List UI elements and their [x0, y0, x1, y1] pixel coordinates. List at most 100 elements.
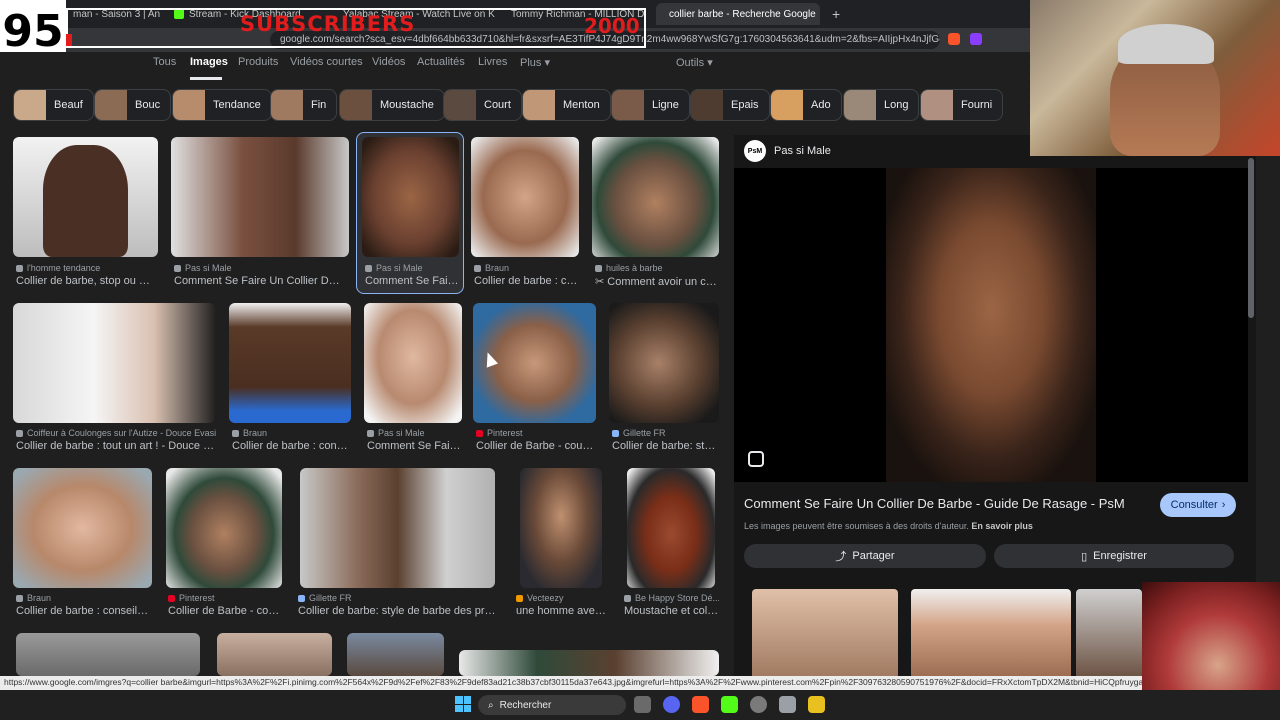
result-title[interactable]: Collier de barbe : con... [474, 275, 579, 287]
result-title[interactable]: Collier de barbe : conseil... [232, 440, 350, 452]
chip-moustache[interactable]: Moustache [339, 89, 445, 121]
brave-shield-icon[interactable] [948, 33, 960, 45]
chip-beauf[interactable]: Beauf [13, 89, 94, 121]
new-tab-button[interactable]: + [824, 3, 848, 25]
related-image[interactable] [752, 589, 898, 679]
result-source[interactable]: huiles à barbe [595, 263, 719, 273]
chip-fourni[interactable]: Fourni [920, 89, 1004, 121]
bookmark-icon: ▯ [1081, 550, 1088, 563]
result-image[interactable] [520, 468, 602, 588]
taskbar-search[interactable]: ⌕ Rechercher [478, 695, 626, 715]
nav-images[interactable]: Images [190, 56, 228, 68]
result-title[interactable]: Comment Se Faire Un Collier De Bar... [174, 275, 344, 287]
chip-bouc[interactable]: Bouc [94, 89, 172, 121]
result-image[interactable] [166, 468, 282, 588]
result-source[interactable]: Braun [16, 593, 152, 603]
consult-button[interactable]: Consulter › [1160, 493, 1236, 517]
nav-actualites[interactable]: Actualités [417, 56, 465, 68]
result-source[interactable]: Gillette FR [612, 428, 719, 438]
discord-icon[interactable] [663, 696, 680, 713]
result-image[interactable] [13, 303, 215, 423]
result-source[interactable]: Coiffeur à Coulonges sur l'Autize - Douc… [16, 428, 216, 438]
settings-icon[interactable] [779, 696, 796, 713]
result-image[interactable] [300, 468, 495, 588]
share-button[interactable]: ⤴ Partager [744, 544, 986, 568]
save-button[interactable]: ▯ Enregistrer [994, 544, 1234, 568]
related-image[interactable] [1076, 589, 1142, 679]
result-title[interactable]: Collier de barbe, stop ou enco... [16, 275, 156, 287]
chip-tendance[interactable]: Tendance [172, 89, 272, 121]
result-title[interactable]: Moustache et colli... [624, 605, 719, 617]
obs-icon[interactable] [750, 696, 767, 713]
chip-fin[interactable]: Fin [270, 89, 338, 121]
result-source[interactable]: Pas si Male [367, 428, 462, 438]
related-image[interactable] [911, 589, 1071, 679]
result-source[interactable]: Be Happy Store Dé... [624, 593, 719, 603]
chevron-down-icon: ▾ [544, 57, 550, 69]
panel-scrollbar[interactable] [1248, 158, 1254, 318]
nav-tous[interactable]: Tous [153, 56, 176, 68]
result-image[interactable] [171, 137, 349, 257]
chip-long[interactable]: Long [843, 89, 920, 121]
nav-outils[interactable]: Outils ▾ [676, 56, 713, 69]
task-view-icon[interactable] [634, 696, 651, 713]
link-status-bar: https://www.google.com/imgres?q=collier … [0, 676, 1142, 690]
chip-thumbnail [14, 90, 46, 120]
result-source[interactable]: l'homme tendance [16, 263, 156, 273]
nav-videos-courtes[interactable]: Vidéos courtes [290, 56, 363, 68]
chevron-right-icon: › [1221, 499, 1226, 511]
chip-menton[interactable]: Menton [522, 89, 611, 121]
chip-court[interactable]: Court [443, 89, 522, 121]
result-image[interactable] [609, 303, 719, 423]
result-title[interactable]: Collier de barbe : tout un art ! - Douce… [16, 440, 216, 452]
tab-google-active[interactable]: collier barbe - Recherche Google✕ [656, 3, 820, 25]
chip-epais[interactable]: Epais [690, 89, 770, 121]
result-title[interactable]: Comment Se Faire... [367, 440, 462, 452]
result-image[interactable] [362, 137, 459, 257]
result-image[interactable] [347, 633, 444, 676]
result-image[interactable] [471, 137, 579, 257]
result-source[interactable]: Pas si Male [365, 263, 460, 273]
subscriber-goal-value: 2000 [584, 14, 640, 38]
result-title[interactable]: Collier de Barbe - coup... [168, 605, 282, 617]
result-title[interactable]: Collier de barbe: style... [612, 440, 719, 452]
nav-livres[interactable]: Livres [478, 56, 507, 68]
result-image[interactable] [13, 468, 152, 588]
chip-thumbnail [173, 90, 205, 120]
app-icon[interactable] [808, 696, 825, 713]
nav-videos[interactable]: Vidéos [372, 56, 405, 68]
chip-ado[interactable]: Ado [770, 89, 842, 121]
nav-plus[interactable]: Plus ▾ [520, 56, 550, 69]
rewards-icon[interactable] [970, 33, 982, 45]
result-title[interactable]: ✂ Comment avoir un colli... [595, 275, 719, 288]
windows-start-icon[interactable] [455, 696, 471, 712]
learn-more-link[interactable]: En savoir plus [971, 521, 1033, 531]
nav-produits[interactable]: Produits [238, 56, 278, 68]
result-image[interactable] [627, 468, 715, 588]
result-title[interactable]: une homme avec u... [516, 605, 608, 617]
result-image[interactable] [592, 137, 719, 257]
result-image[interactable] [364, 303, 462, 423]
result-image[interactable] [217, 633, 332, 676]
kick-app-icon[interactable] [721, 696, 738, 713]
result-source[interactable]: Braun [474, 263, 579, 273]
result-image[interactable] [16, 633, 200, 676]
result-title[interactable]: Comment Se Faire... [365, 275, 460, 287]
result-title[interactable]: Collier de barbe : conseils et... [16, 605, 152, 617]
result-source[interactable]: Gillette FR [298, 593, 493, 603]
chip-ligne[interactable]: Ligne [611, 89, 690, 121]
result-source[interactable]: Vecteezy [516, 593, 606, 603]
result-image[interactable] [13, 137, 158, 257]
result-image[interactable] [229, 303, 351, 423]
result-title[interactable]: Collier de Barbe - coupe ... [476, 440, 596, 452]
preview-source[interactable]: PsM Pas si Male [744, 140, 831, 162]
preview-title[interactable]: Comment Se Faire Un Collier De Barbe - G… [744, 496, 1125, 511]
result-source[interactable]: Pinterest [476, 428, 596, 438]
result-source[interactable]: Pinterest [168, 593, 282, 603]
result-title[interactable]: Collier de barbe: style de barbe des pré… [298, 605, 498, 617]
brave-icon[interactable] [692, 696, 709, 713]
result-source[interactable]: Braun [232, 428, 350, 438]
google-lens-icon[interactable] [748, 451, 764, 467]
result-image[interactable] [459, 650, 719, 676]
result-source[interactable]: Pas si Male [174, 263, 344, 273]
